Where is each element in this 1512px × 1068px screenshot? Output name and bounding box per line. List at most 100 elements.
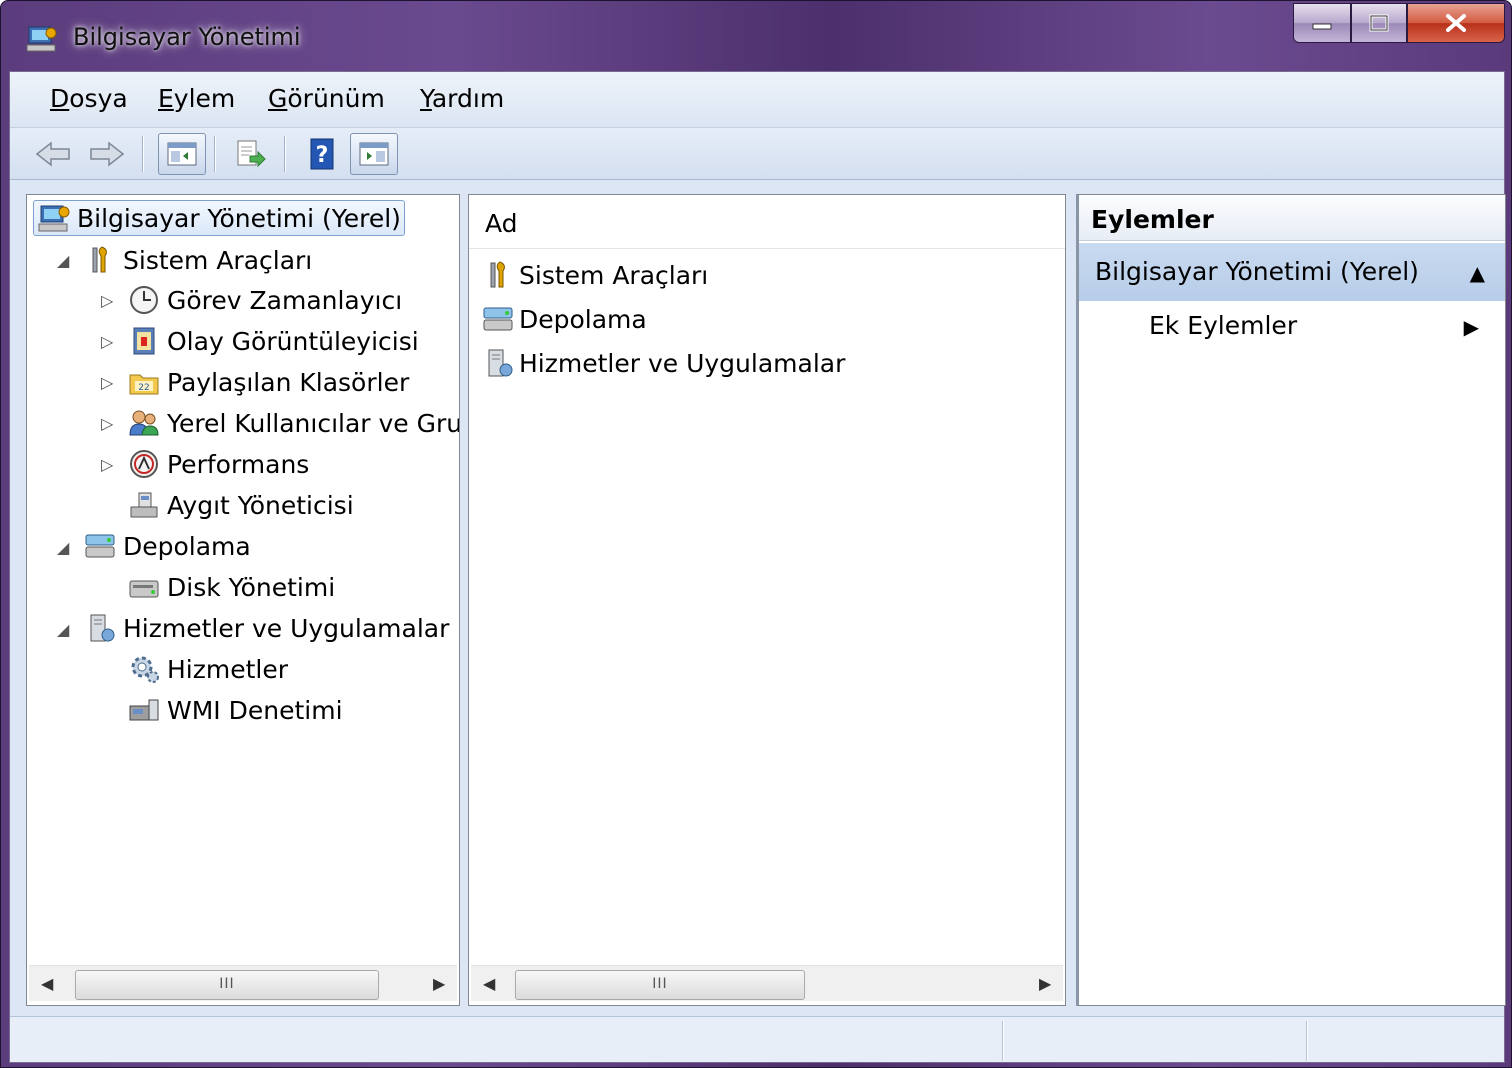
toolbar: ? xyxy=(10,128,1504,180)
list-item[interactable]: Depolama xyxy=(481,299,647,339)
menu-accel: G xyxy=(268,84,288,113)
scroll-left-icon[interactable]: ◀ xyxy=(483,974,495,993)
users-icon xyxy=(129,410,159,436)
title-bar[interactable]: Bilgisayar Yönetimi xyxy=(1,1,1512,71)
tree-label: Hizmetler xyxy=(167,654,289,684)
tree-item-wmi-denetimi[interactable]: WMI Denetimi xyxy=(127,691,343,729)
list-item[interactable]: Hizmetler ve Uygulamalar xyxy=(481,343,845,383)
services-applications-icon xyxy=(488,349,513,377)
close-button[interactable] xyxy=(1407,3,1505,43)
show-hide-console-tree-button[interactable] xyxy=(158,133,206,175)
menu-bar: Dosya Eylem Görünüm Yardım xyxy=(10,72,1504,128)
expand-arrow-icon[interactable]: ▷ xyxy=(101,291,113,310)
list-item-label: Sistem Araçları xyxy=(519,260,709,290)
tree-item-paylasilan-klasorler[interactable]: 22 Paylaşılan Klasörler xyxy=(127,363,409,401)
wmi-control-icon xyxy=(129,699,159,721)
svg-text:22: 22 xyxy=(138,383,149,393)
menu-gorunum[interactable]: Görünüm xyxy=(268,84,385,113)
list-item-label: Hizmetler ve Uygulamalar xyxy=(519,348,846,378)
status-separator xyxy=(1002,1021,1004,1061)
menu-label: ylem xyxy=(173,84,236,113)
expand-arrow-icon[interactable]: ▷ xyxy=(101,332,113,351)
show-hide-action-pane-button[interactable] xyxy=(350,133,398,175)
tree-item-olay-goruntuleyicisi[interactable]: Olay Görüntüleyicisi xyxy=(127,322,419,360)
status-separator xyxy=(1306,1021,1308,1061)
tree-item-hizmetler-uygulamalar[interactable]: Hizmetler ve Uygulamalar xyxy=(83,609,449,647)
tree-item-gorev-zamanlayici[interactable]: Görev Zamanlayıcı xyxy=(127,281,402,319)
tree-label: Depolama xyxy=(123,531,251,561)
collapse-up-icon[interactable]: ▲ xyxy=(1470,261,1485,285)
tree-label: Aygıt Yöneticisi xyxy=(167,490,354,520)
collapse-arrow-icon[interactable]: ◢ xyxy=(57,538,69,557)
tree-label: Hizmetler ve Uygulamalar xyxy=(123,613,450,643)
tools-icon xyxy=(92,246,107,273)
horizontal-scrollbar[interactable]: ◀ III ▶ xyxy=(29,965,457,1001)
device-manager-icon xyxy=(130,492,158,518)
scroll-right-icon[interactable]: ▶ xyxy=(1039,974,1051,993)
action-ek-eylemler[interactable]: Ek Eylemler xyxy=(1149,311,1297,340)
tree-item-disk-yonetimi[interactable]: Disk Yönetimi xyxy=(127,568,335,606)
scrollbar-grip: III xyxy=(219,976,235,992)
maximize-button[interactable] xyxy=(1351,3,1407,43)
results-pane[interactable]: Ad Sistem Araçları Depolama Hizmetler ve… xyxy=(468,194,1066,1006)
actions-title: Eylemler xyxy=(1091,205,1214,234)
menu-dosya[interactable]: Dosya xyxy=(50,84,128,113)
maximize-icon xyxy=(1369,14,1389,32)
services-gear-icon xyxy=(131,656,159,683)
tree-item-sistem-araclari[interactable]: Sistem Araçları xyxy=(83,241,312,279)
forward-button[interactable] xyxy=(86,134,126,174)
scroll-right-icon[interactable]: ▶ xyxy=(433,974,445,993)
menu-accel: D xyxy=(50,84,70,113)
tree-item-yerel-kullanicilar[interactable]: Yerel Kullanıcılar ve Gru xyxy=(127,404,459,442)
window-title: Bilgisayar Yönetimi xyxy=(73,23,301,51)
tree-label: Disk Yönetimi xyxy=(167,572,336,602)
event-viewer-icon xyxy=(133,327,155,355)
actions-header: Eylemler xyxy=(1079,195,1505,241)
forward-arrow-icon xyxy=(90,141,125,167)
toolbar-separator xyxy=(284,136,286,172)
menu-label: ardım xyxy=(431,84,505,113)
collapse-arrow-icon[interactable]: ◢ xyxy=(57,251,69,270)
help-icon: ? xyxy=(310,138,334,170)
window: Bilgisayar Yönetimi Dosya Eylem Görünüm … xyxy=(0,0,1512,1068)
actions-section-header[interactable]: Bilgisayar Yönetimi (Yerel) ▲ xyxy=(1079,243,1505,301)
tree-label: Paylaşılan Klasörler xyxy=(167,367,410,397)
column-header-ad[interactable]: Ad xyxy=(469,195,1065,249)
tree-label: Sistem Araçları xyxy=(123,245,313,275)
tree-item-depolama[interactable]: Depolama xyxy=(83,527,251,565)
column-header-label: Ad xyxy=(485,209,518,238)
tree-item-aygit-yoneticisi[interactable]: Aygıt Yöneticisi xyxy=(127,486,354,524)
list-item[interactable]: Sistem Araçları xyxy=(481,255,708,295)
minimize-button[interactable] xyxy=(1293,3,1351,43)
scrollbar-thumb[interactable]: III xyxy=(75,970,379,1000)
client-area: Dosya Eylem Görünüm Yardım ? Bilgisayar … xyxy=(9,71,1506,1063)
svg-text:?: ? xyxy=(316,143,329,168)
expand-arrow-icon[interactable]: ▷ xyxy=(101,455,113,474)
menu-eylem[interactable]: Eylem xyxy=(158,84,235,113)
scroll-left-icon[interactable]: ◀ xyxy=(41,974,53,993)
tools-icon xyxy=(490,261,505,288)
submenu-arrow-icon[interactable]: ▶ xyxy=(1464,315,1479,339)
menu-yardim[interactable]: Yardım xyxy=(420,84,504,113)
horizontal-scrollbar[interactable]: ◀ III ▶ xyxy=(471,965,1063,1001)
tree-label: Görev Zamanlayıcı xyxy=(167,285,403,315)
tree-item-root[interactable]: Bilgisayar Yönetimi (Yerel) xyxy=(33,199,405,237)
expand-arrow-icon[interactable]: ▷ xyxy=(101,373,113,392)
expand-arrow-icon[interactable]: ▷ xyxy=(101,414,113,433)
collapse-arrow-icon[interactable]: ◢ xyxy=(57,620,69,639)
selection-highlight: Bilgisayar Yönetimi (Yerel) xyxy=(33,200,405,236)
menu-accel: Y xyxy=(420,84,432,113)
disk-management-icon xyxy=(129,580,159,598)
storage-icon xyxy=(483,307,513,331)
menu-accel: E xyxy=(158,84,174,113)
export-list-button[interactable] xyxy=(230,134,270,174)
list-item-label: Depolama xyxy=(519,304,647,334)
scrollbar-thumb[interactable]: III xyxy=(515,970,805,1000)
back-arrow-icon xyxy=(35,141,70,167)
minimize-icon xyxy=(1312,23,1332,30)
tree-item-hizmetler[interactable]: Hizmetler xyxy=(127,650,288,688)
help-button[interactable]: ? xyxy=(302,134,342,174)
back-button[interactable] xyxy=(34,134,74,174)
tree-item-performans[interactable]: Performans xyxy=(127,445,309,483)
console-tree-pane[interactable]: Bilgisayar Yönetimi (Yerel) ◢ Sistem Ara… xyxy=(26,194,460,1006)
